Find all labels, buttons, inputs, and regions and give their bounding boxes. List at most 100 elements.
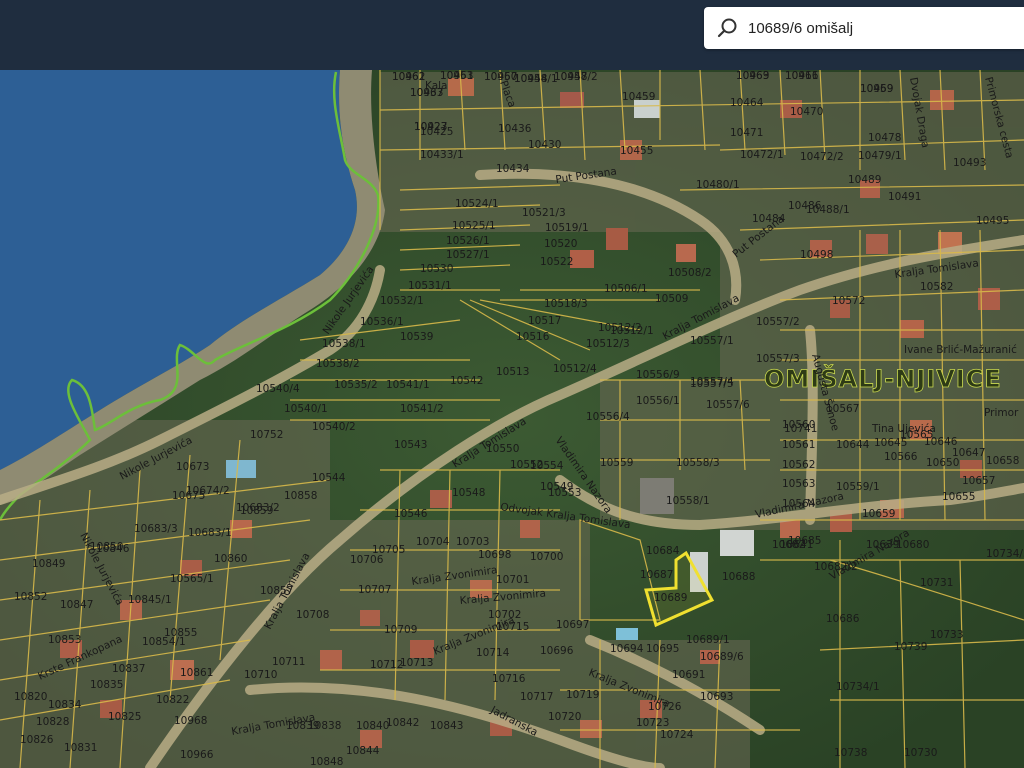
parcel-number-label: 10518/3 [544,298,588,310]
parcel-number-label: 10436 [498,123,532,135]
parcel-number-label: 10495 [976,215,1009,227]
top-bar: 10689/6 omišalj [0,0,1024,70]
parcel-number-label: 10655 [942,491,975,503]
parcel-number-label: 10701 [496,574,529,586]
parcel-number-label: 10831 [64,742,97,754]
search-icon[interactable] [716,17,738,39]
parcel-number-label: 10520 [544,238,577,250]
parcel-number-label: 10556/4 [586,411,630,423]
street-label: Ivane Brlić-Mažuranić [904,344,1017,356]
parcel-number-label: 10556/9 [636,369,680,381]
parcel-number-label: 10556/1 [636,395,680,407]
parcel-number-label: 10557/1 [690,335,734,347]
parcel-number-label: 10958/1 [514,73,558,85]
parcel-number-label: 10706 [350,554,384,566]
parcel-number-label: 10689/6 [700,651,744,663]
parcel-number-label: 10969 [736,70,769,82]
parcel-number-label: 10709 [384,624,417,636]
parcel-number-label: 10553 [548,487,581,499]
parcel-number-label: 10519/1 [545,222,589,234]
parcel-number-label: 10512/4 [553,363,597,375]
parcel-number-label: 10687 [640,569,673,581]
parcel-number-label: 10543 [394,439,427,451]
place-label: OMIŠALJ-NJIVICE [764,363,1002,393]
parcel-number-label: 10567 [826,403,859,415]
parcel-number-label: 10478 [868,132,901,144]
parcel-number-label: 10820 [14,691,47,703]
parcel-number-label: 10639 [866,539,899,551]
parcel-number-label: 10839 [286,720,319,732]
parcel-number-label: 10658 [986,455,1019,467]
parcel-number-label: 10530 [420,263,453,275]
parcel-number-label: 10927 [414,121,447,133]
parcel-number-label: 10566 [884,451,918,463]
parcel-number-label: 10644 [836,439,870,451]
parcel-number-label: 10484 [752,213,786,225]
parcel-number-label: 10847 [60,599,93,611]
parcel-number-label: 10540/1 [284,403,328,415]
parcel-number-label: 10472/2 [800,151,844,163]
parcel-number-label: 10508/2 [668,267,712,279]
parcel-number-label: 10559/1 [836,481,880,493]
parcel-number-label: 10557/6 [706,399,750,411]
parcel-number-label: 10558/3 [676,457,720,469]
parcel-number-label: 10861 [180,667,213,679]
parcel-number-label: 10855 [164,627,197,639]
parcel-number-label: 10961 [440,70,473,82]
search-box[interactable]: 10689/6 omišalj [704,7,1024,49]
parcel-number-label: 10848 [310,756,343,768]
parcel-number-label: 10684 [646,545,680,557]
parcel-number-label: 10673 [176,461,209,473]
parcel-number-label: 10524/1 [455,198,499,210]
parcel-number-label: 10707 [358,584,391,596]
parcel-number-label: 10509 [655,293,688,305]
parcel-number-label: 10716 [492,673,526,685]
parcel-number-label: 10526/1 [446,235,490,247]
map-canvas[interactable]: OMIŠALJ-NJIVICE Put Postana Put Postana … [0,70,1024,768]
parcel-number-label: 10645 [874,437,907,449]
parcel-number-label: 10683/1 [188,527,232,539]
parcel-number-label: 10527/1 [446,249,490,261]
parcel-number-label: 10479/1 [858,150,902,162]
parcel-number-label: 10826 [20,734,54,746]
parcel-number-label: 10911 [785,70,818,82]
parcel-number-label: 10695 [646,643,679,655]
parcel-number-label: 10741 [784,423,817,435]
search-input[interactable]: 10689/6 omišalj [748,20,853,37]
parcel-number-label: 10837 [112,663,145,675]
parcel-number-label: 10464 [730,97,764,109]
parcel-number-label: 10546 [394,508,428,520]
parcel-number-label: 10488/1 [806,204,850,216]
parcel-number-label: 10540/4 [256,383,300,395]
parcel-number-label: 10554 [530,460,564,472]
parcel-number-label: 10480/1 [696,179,740,191]
parcel-number-label: 10582 [920,281,953,293]
parcel-number-label: 10691 [672,669,705,681]
parcel-number-label: 10531/1 [408,280,452,292]
parcel-number-label: 10532/1 [380,295,424,307]
parcel-number-label: 10825 [108,711,141,723]
parcel-number-label: 10659 [862,508,895,520]
parcel-number-label: 10513 [496,366,529,378]
parcel-number-label: 10472/1 [740,149,784,161]
parcel-number-label: 10730 [904,747,937,759]
parcel-number-label: 10521/3 [522,207,566,219]
parcel-number-label: 10843 [430,720,463,732]
parcel-number-label: 10557/3 [756,353,800,365]
parcel-number-label: 10493 [953,157,986,169]
parcel-number-label: 10724 [660,729,694,741]
parcel-number-label: 10835 [90,679,123,691]
parcel-number-label: 10960 [484,71,517,83]
parcel-number-label: 10828 [36,716,69,728]
parcel-number-label: 10734/1 [836,681,880,693]
parcel-number-label: 10459 [622,91,655,103]
parcel-number-label: 10822 [156,694,189,706]
parcel-number-label: 10558/1 [666,495,710,507]
parcel-number-label: 10968 [174,715,207,727]
parcel-number-label: 10471 [730,127,763,139]
cadastral-map[interactable]: OMIŠALJ-NJIVICE Put Postana Put Postana … [0,70,1024,768]
parcel-number-label: 10541/2 [400,403,444,415]
parcel-number-label: 10541/1 [386,379,430,391]
parcel-number-label: 10434 [496,163,530,175]
parcel-number-label: 10752 [250,429,283,441]
